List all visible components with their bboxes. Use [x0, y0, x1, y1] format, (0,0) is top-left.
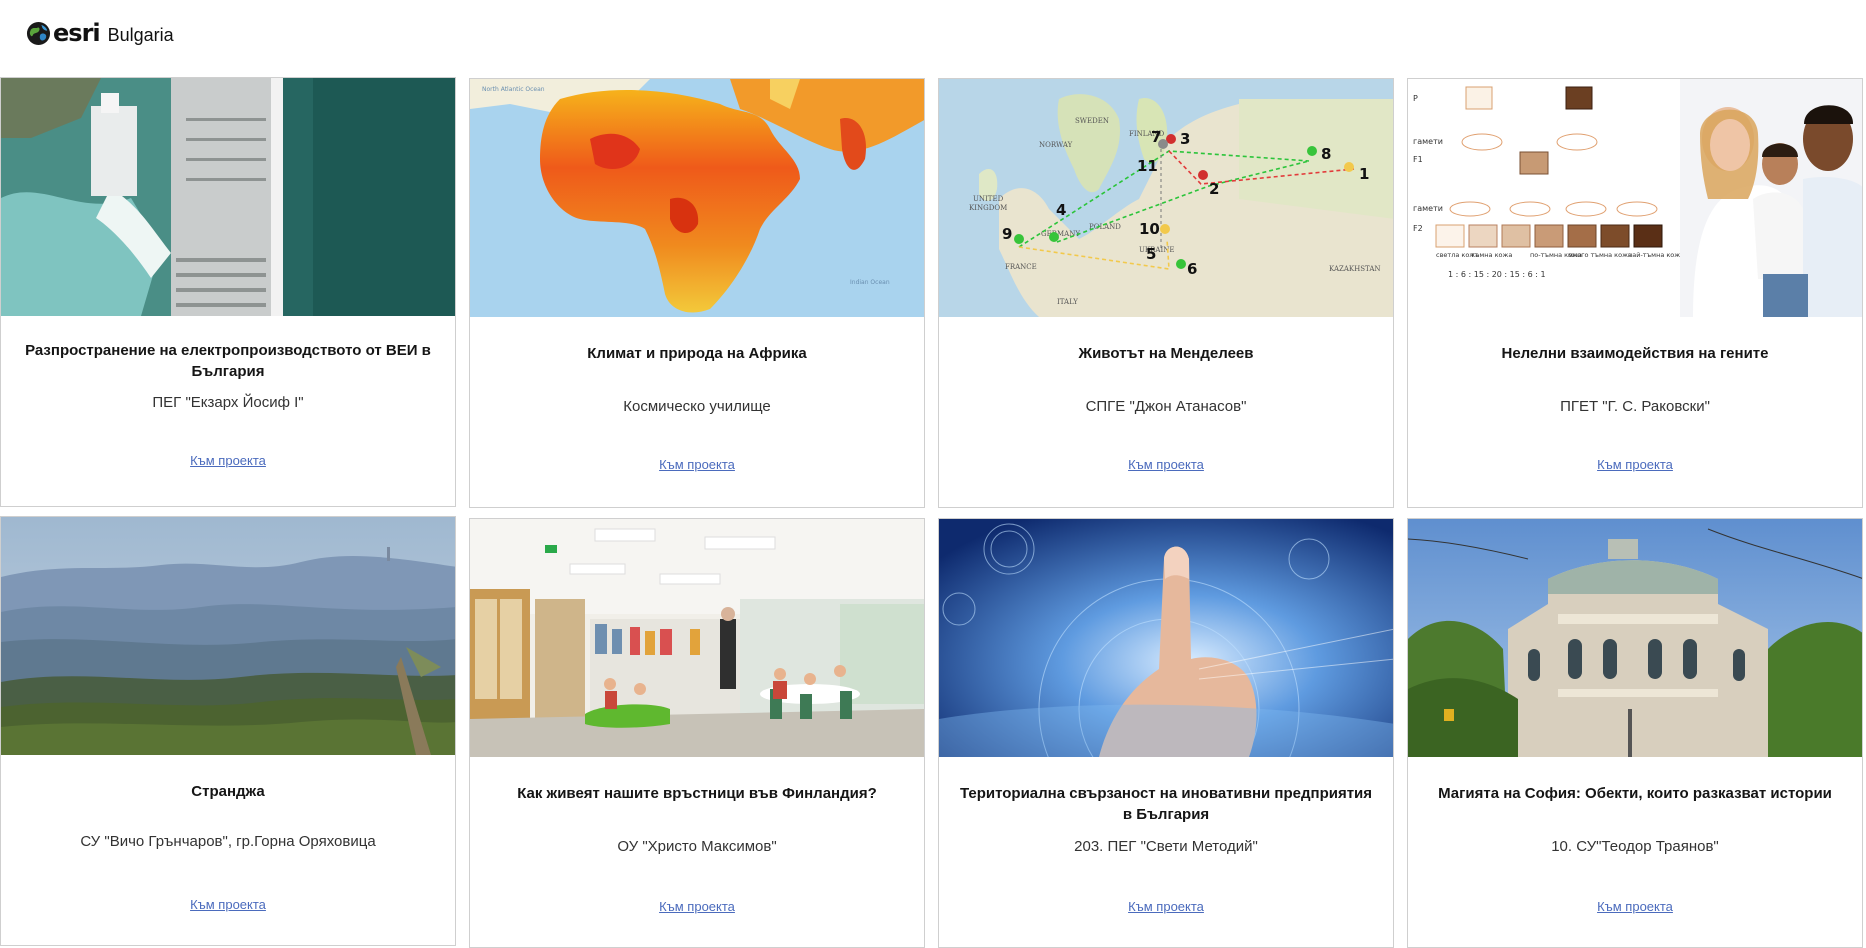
svg-text:гамети: гамети	[1413, 204, 1443, 213]
card-thumbnail-touch-hand[interactable]	[939, 519, 1393, 757]
project-card[interactable]: SWEDEN FINLAND NORWAY UNITED KINGDOM POL…	[938, 78, 1394, 508]
project-link[interactable]: Към проекта	[1, 453, 455, 468]
card-school: Космическо училище	[623, 398, 771, 415]
project-link[interactable]: Към проекта	[470, 899, 924, 914]
project-card[interactable]: P гамети F1 гамети F2 светла кожа тъмна …	[1407, 78, 1863, 508]
svg-text:8: 8	[1321, 145, 1331, 163]
card-title: Климат и природа на Африка	[587, 345, 807, 362]
svg-text:10: 10	[1139, 220, 1160, 238]
card-thumbnail-finnish-classroom[interactable]	[470, 519, 924, 757]
project-card[interactable]: Странджа СУ "Вичо Грънчаров", гр.Горна О…	[0, 516, 456, 946]
project-card[interactable]: Териториална свързаност на иновативни пр…	[938, 518, 1394, 948]
card-school: 10. СУ"Теодор Траянов"	[1551, 838, 1719, 855]
project-card[interactable]: Магията на София: Обекти, които разказва…	[1407, 518, 1863, 948]
svg-text:11: 11	[1137, 157, 1158, 175]
project-link[interactable]: Към проекта	[470, 457, 924, 472]
svg-text:9: 9	[1002, 225, 1012, 243]
card-title: Териториална свързаност на иновативни пр…	[959, 785, 1373, 823]
svg-text:F2: F2	[1413, 224, 1423, 233]
svg-text:най-тъмна кожа: най-тъмна кожа	[1628, 251, 1684, 259]
card-school: СУ "Вичо Грънчаров", гр.Горна Оряховица	[80, 833, 376, 850]
svg-text:гамети: гамети	[1413, 137, 1443, 146]
card-thumbnail-genetics[interactable]: P гамети F1 гамети F2 светла кожа тъмна …	[1408, 79, 1862, 317]
logo-subtitle: Bulgaria	[107, 25, 174, 45]
svg-text:P: P	[1413, 94, 1418, 103]
svg-text:тъмна кожа: тъмна кожа	[1471, 251, 1512, 259]
card-thumbnail-africa-map[interactable]: North Atlantic Ocean Indian Ocean	[470, 79, 924, 317]
svg-text:5: 5	[1146, 245, 1156, 263]
card-title: Странджа	[191, 783, 265, 800]
card-school: СПГЕ "Джон Атанасов"	[1085, 398, 1247, 415]
globe-icon	[26, 21, 51, 45]
project-link[interactable]: Към проекта	[939, 899, 1393, 914]
svg-text:3: 3	[1180, 130, 1190, 148]
card-school: ПЕГ "Екзарх Йосиф I"	[152, 394, 304, 411]
svg-text:KINGDOM: KINGDOM	[969, 204, 1007, 212]
svg-text:NORWAY: NORWAY	[1039, 141, 1073, 149]
svg-text:4: 4	[1056, 201, 1066, 219]
card-thumbnail-hydro-dam[interactable]	[1, 78, 455, 316]
header: esri Bulgaria	[0, 0, 1866, 72]
svg-text:SWEDEN: SWEDEN	[1075, 117, 1109, 125]
svg-text:много тъмна кожа: много тъмна кожа	[1568, 251, 1632, 259]
svg-text:1 : 6 : 15 : 20 : 15 : 6 : 1: 1 : 6 : 15 : 20 : 15 : 6 : 1	[1448, 270, 1546, 279]
card-school: ОУ "Христо Максимов"	[617, 838, 777, 855]
project-link[interactable]: Към проекта	[1408, 457, 1862, 472]
card-thumbnail-strandzha[interactable]	[1, 517, 455, 755]
logo-text: esri	[53, 19, 101, 47]
card-thumbnail-sofia-building[interactable]	[1408, 519, 1862, 757]
card-school: ПГЕТ "Г. С. Раковски"	[1560, 398, 1710, 415]
esri-logo[interactable]: esri Bulgaria	[26, 20, 174, 46]
project-card[interactable]: Как живеят нашите връстници във Финланди…	[469, 518, 925, 948]
card-title: Как живеят нашите връстници във Финланди…	[517, 785, 877, 802]
svg-text:KAZAKHSTAN: KAZAKHSTAN	[1329, 265, 1381, 273]
card-title: Магията на София: Обекти, които разказва…	[1438, 785, 1832, 802]
svg-text:UKRAINE: UKRAINE	[1139, 246, 1174, 254]
project-link[interactable]: Към проекта	[939, 457, 1393, 472]
svg-text:ITALY: ITALY	[1057, 298, 1078, 306]
card-title: Животът на Менделеев	[1078, 345, 1254, 362]
project-link[interactable]: Към проекта	[1408, 899, 1862, 914]
project-link[interactable]: Към проекта	[1, 897, 455, 912]
card-title: Нелелни взаимодействия на гените	[1501, 345, 1769, 362]
svg-text:Indian Ocean: Indian Ocean	[850, 279, 890, 286]
svg-text:North Atlantic Ocean: North Atlantic Ocean	[482, 86, 545, 93]
project-card[interactable]: North Atlantic Ocean Indian Ocean Климат…	[469, 78, 925, 508]
svg-text:1: 1	[1359, 165, 1369, 183]
card-school: 203. ПЕГ "Свети Методий"	[1074, 838, 1258, 855]
svg-text:6: 6	[1187, 260, 1197, 278]
project-card[interactable]: Разпространение на електропроизводството…	[0, 77, 456, 507]
card-title: Разпространение на електропроизводството…	[25, 342, 431, 380]
svg-text:UNITED: UNITED	[973, 195, 1004, 203]
svg-text:GERMANY: GERMANY	[1041, 230, 1080, 238]
svg-text:2: 2	[1209, 180, 1219, 198]
card-thumbnail-europe-map[interactable]: SWEDEN FINLAND NORWAY UNITED KINGDOM POL…	[939, 79, 1393, 317]
svg-text:F1: F1	[1413, 155, 1423, 164]
svg-text:FRANCE: FRANCE	[1005, 263, 1037, 271]
